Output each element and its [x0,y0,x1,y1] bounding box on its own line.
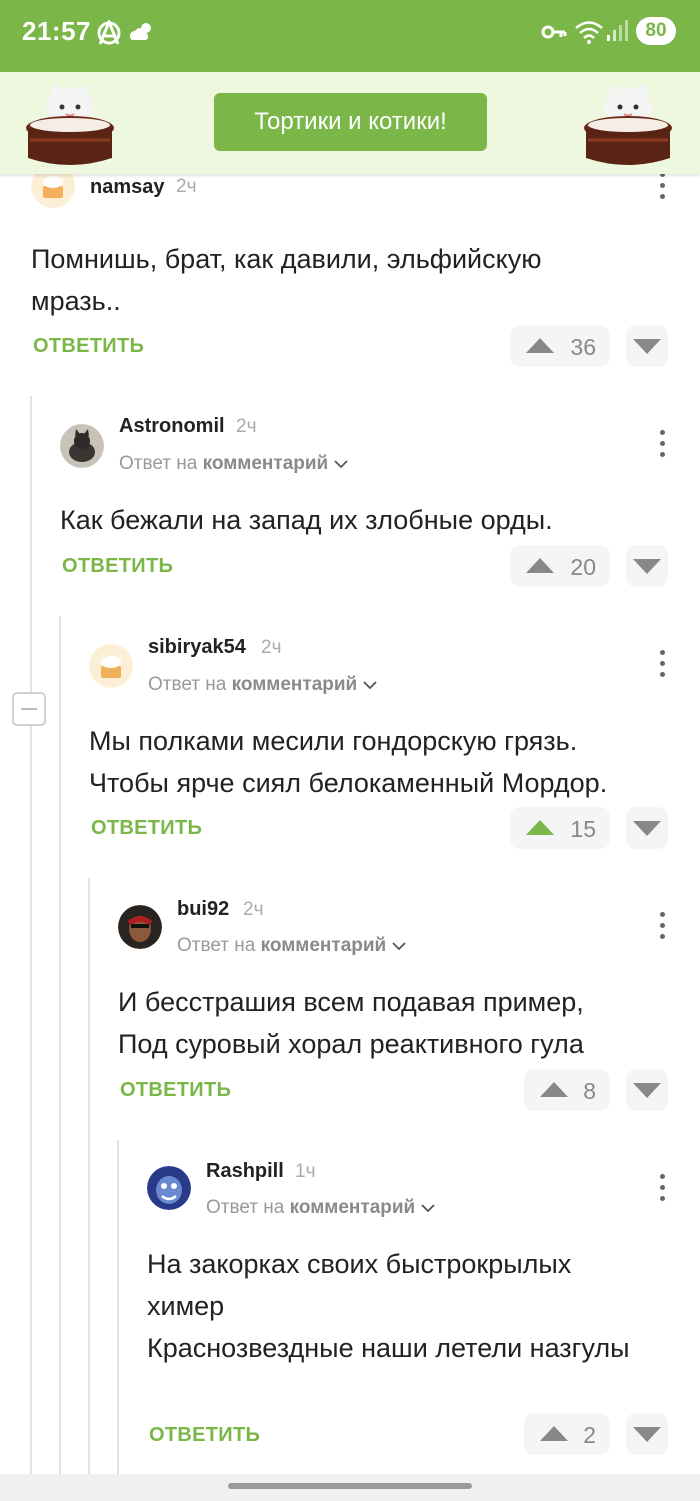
vote-count: 36 [570,334,596,360]
avatar[interactable] [89,644,133,688]
comment-time: 2ч [243,899,264,920]
avatar[interactable] [60,424,104,468]
promo-banner: Тортики и котики! [0,72,700,174]
upvote-button[interactable]: 2 [524,1413,610,1455]
reply-button[interactable]: ОТВЕТИТЬ [149,1424,260,1447]
comment-author[interactable]: sibiryak54 [148,636,246,659]
comment-author[interactable]: Rashpill [206,1160,284,1183]
avatar[interactable] [118,905,162,949]
comment-author[interactable]: Astronomil [119,415,225,438]
thread-line[interactable] [59,616,61,1476]
weather-icon [130,23,151,40]
reply-to-link[interactable]: Ответ на комментарий [206,1197,435,1219]
downvote-button[interactable] [626,1413,668,1455]
comment-text: И бесстрашия всем подавая пример, Под су… [118,987,584,1059]
reply-to-link[interactable]: Ответ на комментарий [148,674,377,696]
arrow-down-icon [633,559,661,574]
thread-line[interactable] [30,396,32,1476]
system-nav-bar [0,1474,700,1501]
comment-text: На закорках своих быстрокрылых химер Кра… [147,1249,630,1363]
comment-author[interactable]: namsay [90,176,165,199]
battery-indicator: 80 [636,17,676,45]
more-options-icon[interactable] [658,650,666,680]
comment-text: Мы полками месили гондорскую грязь. Чтоб… [89,726,608,798]
arrow-up-icon [526,558,554,573]
vote-count: 8 [583,1078,596,1104]
key-icon [541,25,567,39]
chevron-down-icon [420,1204,435,1213]
more-options-icon[interactable] [658,912,666,942]
reply-to-link[interactable]: Ответ на комментарий [177,935,406,957]
downvote-button[interactable] [626,545,668,587]
chevron-down-icon [362,681,377,690]
wifi-icon [575,21,603,44]
comment-time: 1ч [295,1161,316,1182]
more-options-icon[interactable] [658,430,666,460]
comment-text: Как бежали на запад их злобные орды. [60,505,553,535]
arrow-down-icon [633,339,661,354]
vote-count: 20 [570,554,596,580]
comment-text: Помнишь, брат, как давили, эльфийскую мр… [31,244,542,316]
upvote-button[interactable]: 15 [510,807,610,849]
thread-line[interactable] [88,878,90,1476]
banner-button[interactable]: Тортики и котики! [214,93,487,151]
upvote-button[interactable]: 36 [510,325,610,367]
comment-time: 2ч [176,176,197,197]
comment-time: 2ч [261,637,282,658]
vote-count: 15 [570,816,596,842]
reply-button[interactable]: ОТВЕТИТЬ [120,1079,231,1102]
comment-time: 2ч [236,416,257,437]
reply-button[interactable]: ОТВЕТИТЬ [33,335,144,358]
more-options-icon[interactable] [658,172,666,202]
cake-cat-icon [584,82,672,165]
comment-author[interactable]: bui92 [177,898,229,921]
status-bar: 21:57 80 [0,0,700,72]
downvote-button[interactable] [626,325,668,367]
upvote-button[interactable]: 20 [510,545,610,587]
downvote-button[interactable] [626,1069,668,1111]
signal-icon [607,20,628,41]
reply-to-link[interactable]: Ответ на комментарий [119,453,348,475]
upvote-button[interactable]: 8 [524,1069,610,1111]
clock: 21:57 [22,16,91,46]
arrow-up-icon [526,820,554,835]
arrow-up-icon [526,338,554,353]
chevron-down-icon [391,942,406,951]
chevron-down-icon [333,460,348,469]
thread-line[interactable] [117,1140,119,1476]
downvote-button[interactable] [626,807,668,849]
home-gesture-bar[interactable] [228,1483,472,1489]
vote-count: 2 [583,1422,596,1448]
more-options-icon[interactable] [658,1174,666,1204]
collapse-thread-button[interactable] [12,692,46,726]
reply-button[interactable]: ОТВЕТИТЬ [91,817,202,840]
arrow-up-icon [540,1426,568,1441]
cake-cat-icon [26,82,114,165]
arrow-down-icon [633,1427,661,1442]
arrow-up-icon [540,1082,568,1097]
arrow-down-icon [633,821,661,836]
reply-button[interactable]: ОТВЕТИТЬ [62,555,173,578]
avatar[interactable] [147,1166,191,1210]
arrow-down-icon [633,1083,661,1098]
anarchy-icon [97,20,121,45]
